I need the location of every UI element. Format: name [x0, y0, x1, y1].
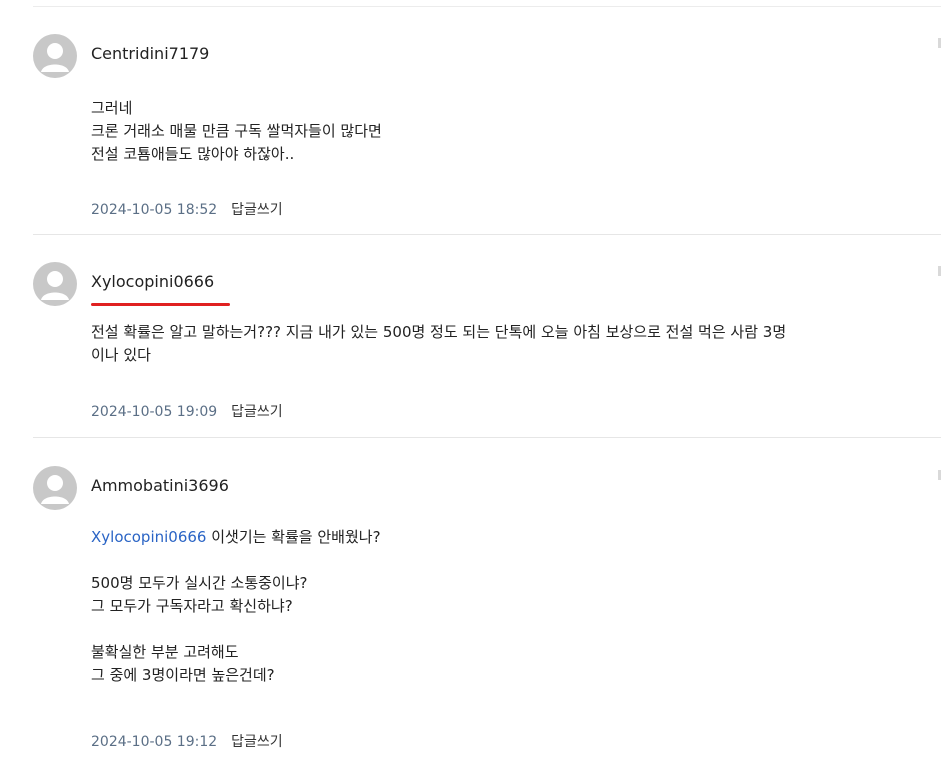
- comment-text-line: 그 중에 3명이라면 높은건데?: [91, 666, 275, 684]
- comment-text-line: 500명 모두가 실시간 소통중이냐?: [91, 574, 308, 592]
- comment-text-line: 불확실한 부분 고려해도: [91, 643, 239, 661]
- comment-author[interactable]: Centridini7179: [91, 43, 209, 65]
- comment-body: Xylocopini0666 이샛기는 확률을 안배웠나? 500명 모두가 실…: [91, 526, 381, 687]
- comment-meta: 2024-10-05 18:52 답글쓰기: [91, 200, 283, 220]
- comment-text-line: 크론 거래소 매물 만큼 구독 쌀먹자들이 많다면: [91, 122, 382, 140]
- comment-author[interactable]: Ammobatini3696: [91, 475, 229, 497]
- avatar-icon[interactable]: [33, 262, 77, 306]
- comment-divider: [33, 234, 941, 235]
- comment-meta: 2024-10-05 19:09 답글쓰기: [91, 402, 283, 422]
- comment-text-line: 전설 확률은 알고 말하는거??? 지금 내가 있는 500명 정도 되는 단톡…: [91, 323, 787, 341]
- comment-date: 2024-10-05 19:09: [91, 404, 218, 420]
- reply-button[interactable]: 답글쓰기: [231, 734, 283, 750]
- top-divider: [33, 6, 941, 7]
- comment-text-line: Xylocopini0666 이샛기는 확률을 안배웠나?: [91, 526, 381, 549]
- author-highlight-underline: [91, 303, 230, 306]
- comment-body: 전설 확률은 알고 말하는거??? 지금 내가 있는 500명 정도 되는 단톡…: [91, 321, 786, 367]
- reply-button[interactable]: 답글쓰기: [231, 404, 283, 420]
- comment-author[interactable]: Xylocopini0666: [91, 271, 214, 293]
- comment-text-line: 전설 코툠애들도 많아야 하잖아..: [91, 145, 295, 163]
- comment-date: 2024-10-05 19:12: [91, 734, 218, 750]
- comment-body: 그러네 크론 거래소 매물 만큼 구독 쌀먹자들이 많다면 전설 코툠애들도 많…: [91, 97, 382, 166]
- avatar-icon[interactable]: [33, 466, 77, 510]
- comment-meta: 2024-10-05 19:12 답글쓰기: [91, 732, 283, 752]
- reply-button[interactable]: 답글쓰기: [231, 202, 283, 218]
- comment-date: 2024-10-05 18:52: [91, 202, 218, 218]
- comment-text-line: 이나 있다: [91, 346, 151, 364]
- avatar-icon[interactable]: [33, 34, 77, 78]
- mention-link[interactable]: Xylocopini0666: [91, 528, 206, 546]
- comment-divider: [33, 437, 941, 438]
- comment-text-line: 그 모두가 구독자라고 확신하냐?: [91, 597, 293, 615]
- comment-text-line: 그러네: [91, 99, 133, 117]
- comment-text: 이샛기는 확률을 안배웠나?: [206, 528, 381, 546]
